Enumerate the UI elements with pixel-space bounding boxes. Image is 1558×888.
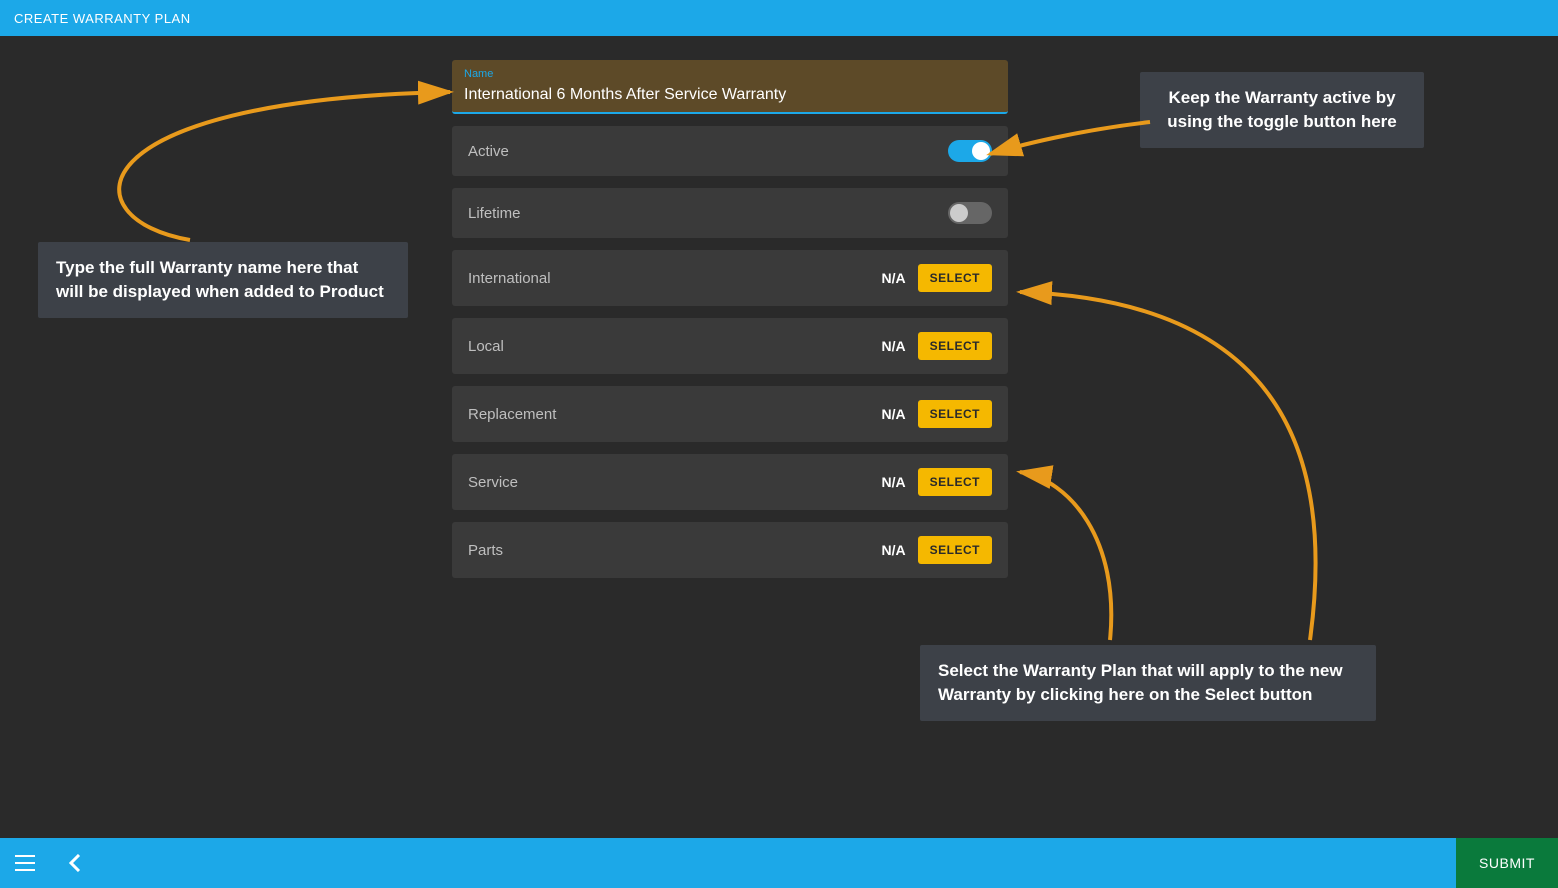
callout-active: Keep the Warranty active by using the to… bbox=[1140, 72, 1424, 148]
local-select-button[interactable]: SELECT bbox=[918, 332, 992, 360]
local-label: Local bbox=[468, 338, 504, 355]
menu-icon[interactable] bbox=[0, 838, 50, 888]
name-label: Name bbox=[464, 68, 493, 80]
active-toggle[interactable] bbox=[948, 140, 992, 162]
active-row: Active bbox=[452, 126, 1008, 176]
lifetime-label: Lifetime bbox=[468, 205, 521, 222]
service-select-button[interactable]: SELECT bbox=[918, 468, 992, 496]
name-input[interactable] bbox=[464, 86, 996, 104]
arrow-icon bbox=[1010, 460, 1170, 660]
parts-row: Parts N/A SELECT bbox=[452, 522, 1008, 578]
arrow-icon bbox=[1010, 120, 1350, 660]
parts-select-button[interactable]: SELECT bbox=[918, 536, 992, 564]
local-value: N/A bbox=[882, 338, 906, 354]
bottom-bar: SUBMIT bbox=[0, 838, 1558, 888]
active-label: Active bbox=[468, 143, 509, 160]
back-icon[interactable] bbox=[50, 838, 100, 888]
parts-label: Parts bbox=[468, 542, 503, 559]
international-value: N/A bbox=[882, 270, 906, 286]
international-row: International N/A SELECT bbox=[452, 250, 1008, 306]
top-bar: CREATE WARRANTY PLAN bbox=[0, 0, 1558, 36]
submit-button[interactable]: SUBMIT bbox=[1456, 838, 1558, 888]
replacement-select-button[interactable]: SELECT bbox=[918, 400, 992, 428]
local-row: Local N/A SELECT bbox=[452, 318, 1008, 374]
warranty-form: Name Active Lifetime International N/A S… bbox=[452, 60, 1008, 590]
replacement-row: Replacement N/A SELECT bbox=[452, 386, 1008, 442]
service-value: N/A bbox=[882, 474, 906, 490]
parts-value: N/A bbox=[882, 542, 906, 558]
service-label: Service bbox=[468, 474, 518, 491]
international-label: International bbox=[468, 270, 551, 287]
arrow-icon bbox=[50, 80, 460, 260]
lifetime-row: Lifetime bbox=[452, 188, 1008, 238]
lifetime-toggle[interactable] bbox=[948, 202, 992, 224]
replacement-label: Replacement bbox=[468, 406, 556, 423]
service-row: Service N/A SELECT bbox=[452, 454, 1008, 510]
callout-select: Select the Warranty Plan that will apply… bbox=[920, 645, 1376, 721]
international-select-button[interactable]: SELECT bbox=[918, 264, 992, 292]
name-field-container[interactable]: Name bbox=[452, 60, 1008, 114]
replacement-value: N/A bbox=[882, 406, 906, 422]
page-title: CREATE WARRANTY PLAN bbox=[14, 11, 191, 26]
callout-name: Type the full Warranty name here that wi… bbox=[38, 242, 408, 318]
